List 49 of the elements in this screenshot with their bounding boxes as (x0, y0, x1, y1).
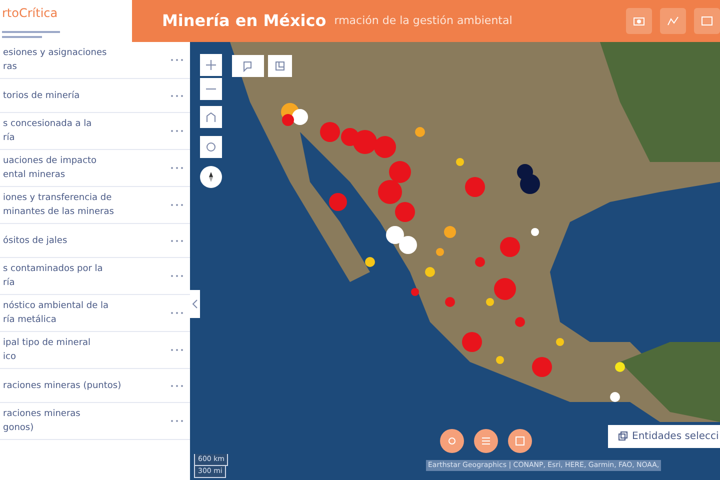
table-icon (514, 435, 526, 447)
app-subtitle: rmación de la gestión ambiental (334, 12, 512, 29)
selected-entities-button[interactable]: Entidades selecci (608, 425, 720, 448)
more-options-icon (170, 238, 184, 242)
copy-icon (618, 431, 628, 442)
circle-icon (446, 435, 458, 447)
more-options-icon (170, 129, 184, 133)
header-button[interactable] (660, 8, 686, 34)
locate-button[interactable] (200, 136, 222, 158)
selection-icon (242, 60, 254, 72)
select-tool-button[interactable] (232, 55, 264, 77)
zoom-out-button[interactable] (200, 78, 222, 100)
layer-name: iones y transferencia de minantes de las mineras (3, 192, 115, 219)
layer-name: raciones mineras (puntos) (3, 380, 122, 392)
list-icon (480, 435, 492, 447)
chevron-left-icon (192, 299, 198, 309)
header-button[interactable] (626, 8, 652, 34)
layer-name: ósitos de jales (3, 234, 68, 248)
collapse-panel-button[interactable] (190, 290, 200, 318)
home-button[interactable] (200, 106, 222, 128)
more-options-icon (170, 166, 184, 170)
more-options-icon (170, 58, 184, 62)
layer-name: s contaminados por la ría (3, 263, 104, 290)
more-options-icon (170, 311, 184, 315)
chart-icon (666, 14, 680, 28)
layers-icon (700, 14, 714, 28)
more-options-icon (170, 384, 184, 388)
zoom-in-button[interactable] (200, 54, 222, 76)
layer-name: nóstico ambiental de la ría metálica (3, 300, 110, 327)
layer-name: torios de minería (3, 90, 81, 102)
app-title: Minería en México (162, 10, 326, 32)
clear-selection-button[interactable] (268, 55, 292, 77)
plus-icon (205, 59, 217, 71)
home-icon (205, 111, 217, 123)
locate-icon (205, 141, 217, 153)
more-options-icon (170, 419, 184, 423)
more-options-icon (170, 274, 184, 278)
layer-name: esiones y asignaciones ras (3, 47, 108, 74)
layer-name: raciones mineras gonos) (3, 408, 82, 435)
header-button[interactable] (694, 8, 720, 34)
frame-icon (274, 60, 286, 72)
layer-name: uaciones de impacto ental mineras (3, 155, 98, 182)
logo-tagline-icon (2, 30, 62, 40)
more-options-icon (170, 203, 184, 207)
more-options-icon (170, 94, 184, 98)
more-options-icon (170, 348, 184, 352)
layer-name: ipal tipo de mineral ico (3, 337, 92, 364)
logo-text: rtoCrítica (2, 5, 59, 22)
layer-name: s concesionada a la ría (3, 118, 93, 145)
